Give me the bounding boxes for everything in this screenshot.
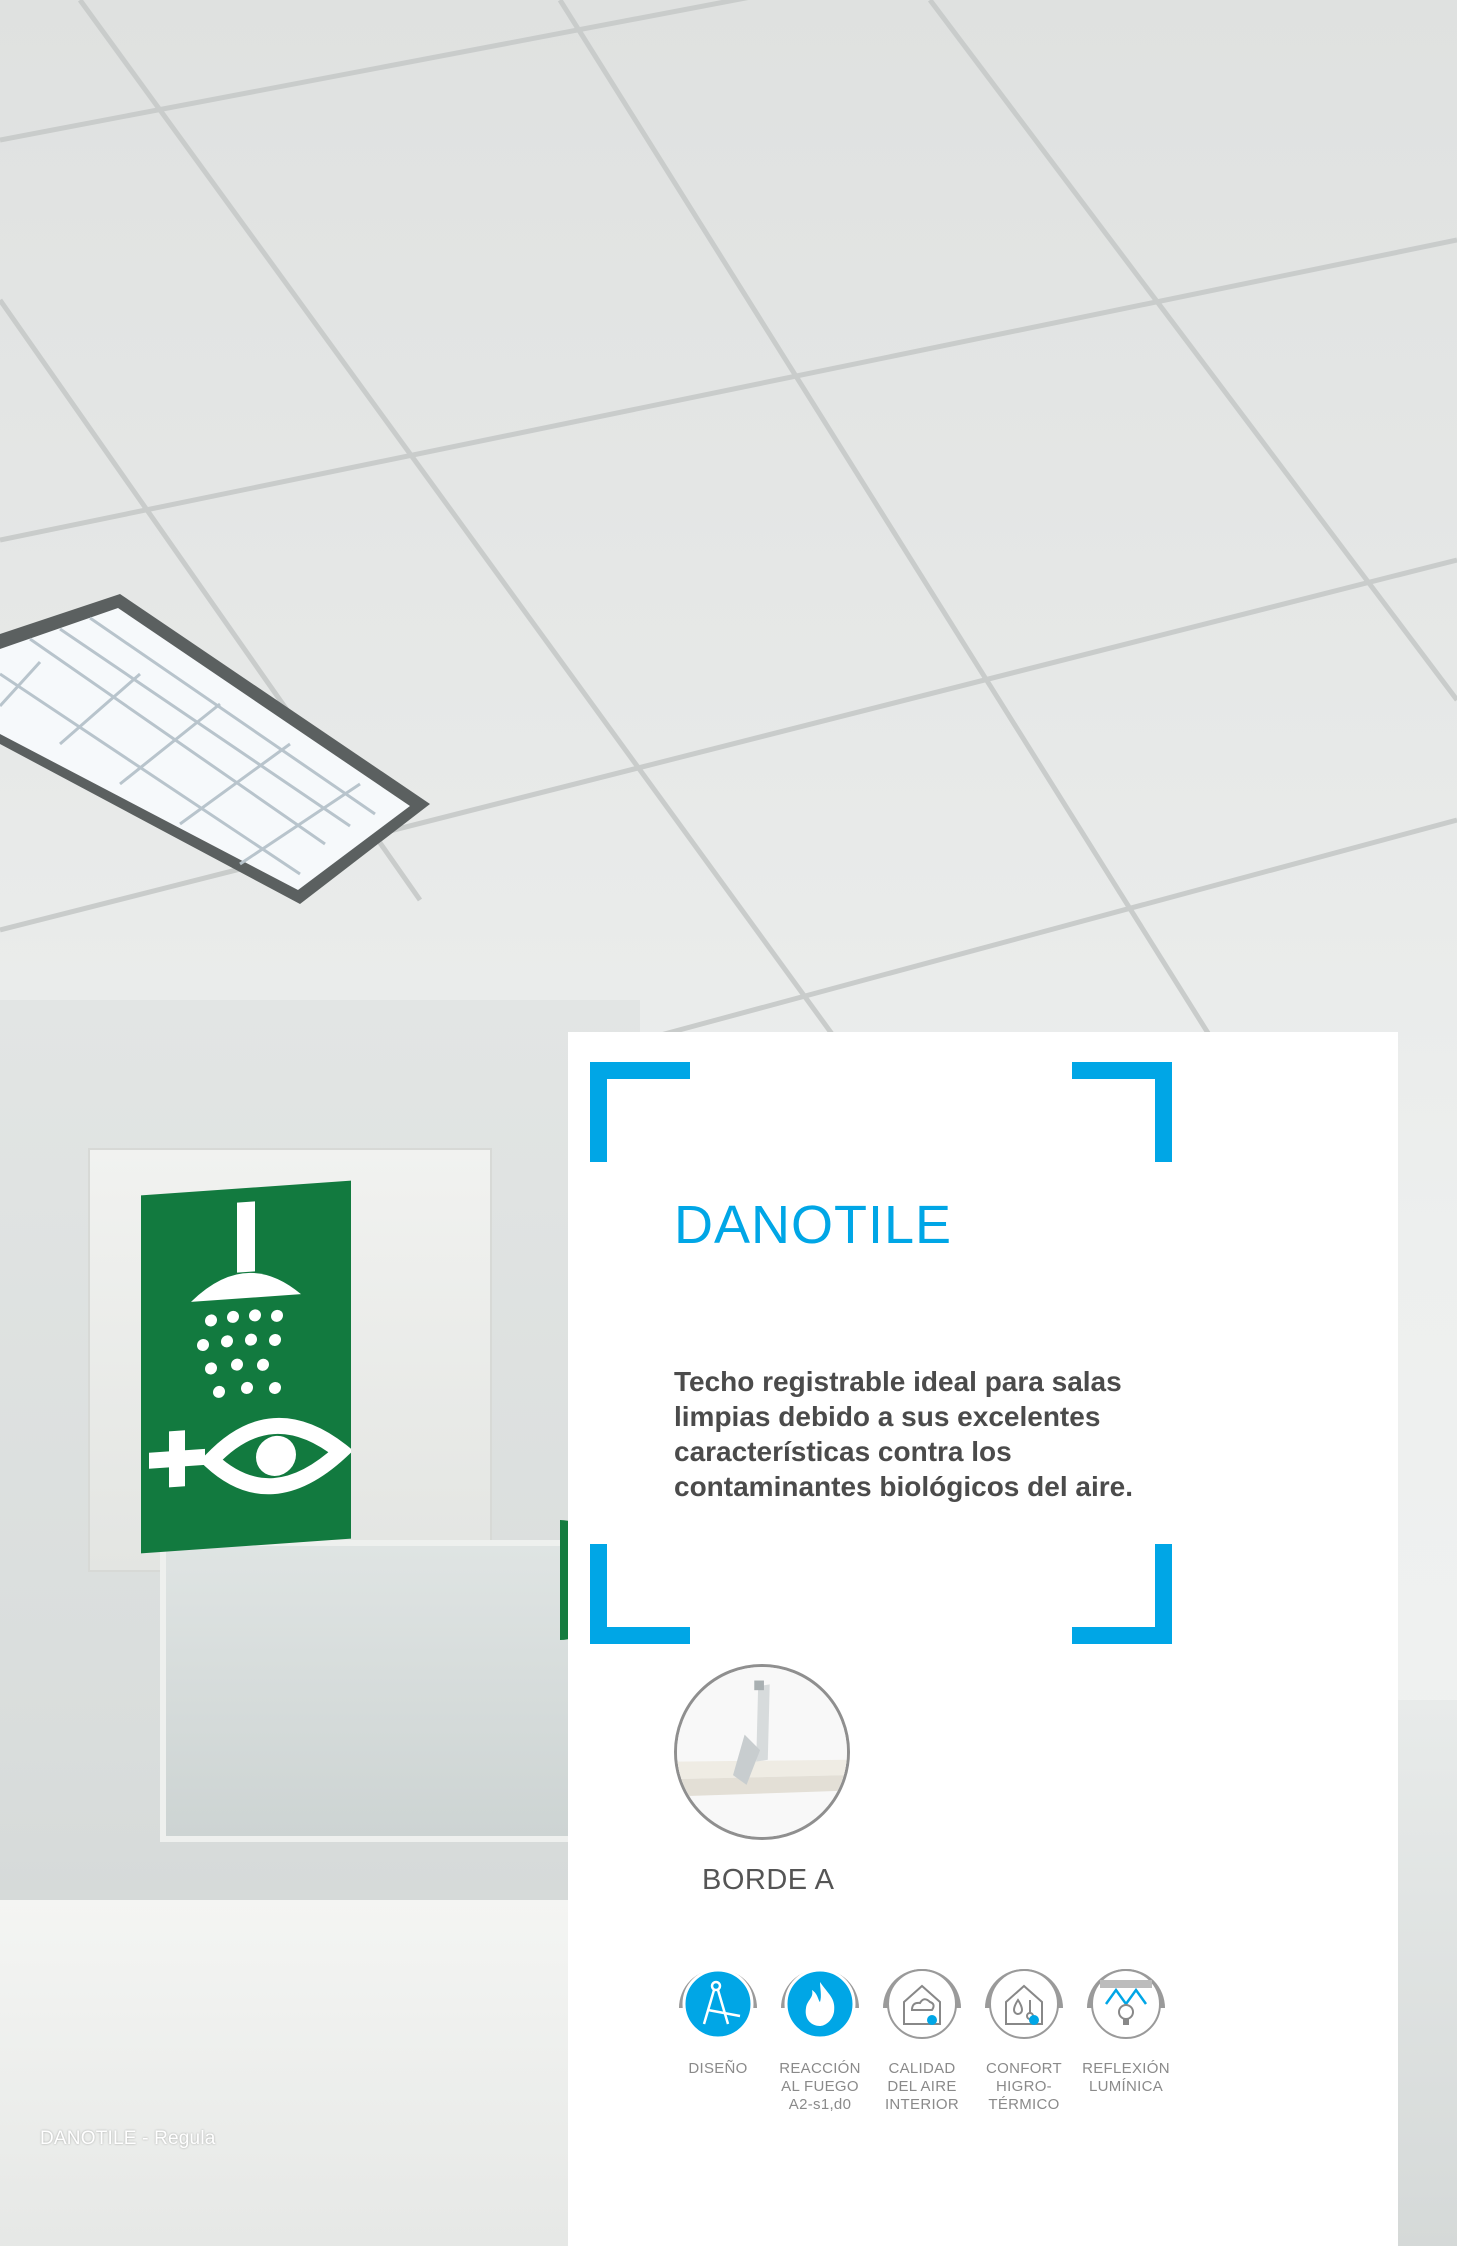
feature-label: CALIDAD DEL AIRE INTERIOR (884, 2060, 960, 2113)
frame-corner-top-left (590, 1062, 690, 1162)
feature-air-quality: CALIDAD DEL AIRE INTERIOR (876, 1958, 968, 2114)
feature-hygrothermal-comfort: CONFORT HIGRO- TÉRMICO (978, 1958, 1070, 2114)
feature-design: DISEÑO (672, 1958, 764, 2078)
product-description: Techo registrable ideal para salas limpi… (674, 1366, 1133, 1502)
edge-type-label: BORDE A (702, 1864, 835, 1896)
feature-label: REACCIÓN AL FUEGO A2-s1,d0 (779, 2060, 861, 2113)
air-quality-house-icon (878, 1958, 966, 2046)
feature-fire-reaction: REACCIÓN AL FUEGO A2-s1,d0 (774, 1958, 866, 2114)
frame-corner-top-right (1072, 1062, 1172, 1162)
feature-label: DISEÑO (688, 2060, 748, 2077)
hygrothermal-house-icon (980, 1958, 1068, 2046)
emergency-eyewash-sign (141, 1180, 351, 1554)
ceiling-light-fixture (0, 594, 430, 904)
product-card: DANOTILE Techo registrable ideal para sa… (568, 1032, 1398, 2246)
compass-icon (674, 1958, 762, 2046)
ceiling-grid (0, 0, 1457, 1100)
edge-profile-image (674, 1664, 850, 1840)
frame-corner-bottom-right (1072, 1544, 1172, 1644)
frame-corner-bottom-left (590, 1544, 690, 1644)
feature-icons-row: DISEÑO REACCIÓN AL FUEGO A2-s1,d0 CALIDA… (672, 1958, 1212, 2158)
product-title: DANOTILE (674, 1195, 953, 1255)
flame-icon (776, 1958, 864, 2046)
feature-label: CONFORT HIGRO- TÉRMICO (986, 2060, 1062, 2113)
light-reflection-icon (1082, 1958, 1170, 2046)
feature-light-reflection: REFLEXIÓN LUMÍNICA (1080, 1958, 1172, 2096)
feature-label: REFLEXIÓN LUMÍNICA (1082, 2060, 1170, 2095)
shower-eye-icon (149, 1201, 351, 1495)
photo-caption: DANOTILE - Regula (40, 2128, 216, 2149)
